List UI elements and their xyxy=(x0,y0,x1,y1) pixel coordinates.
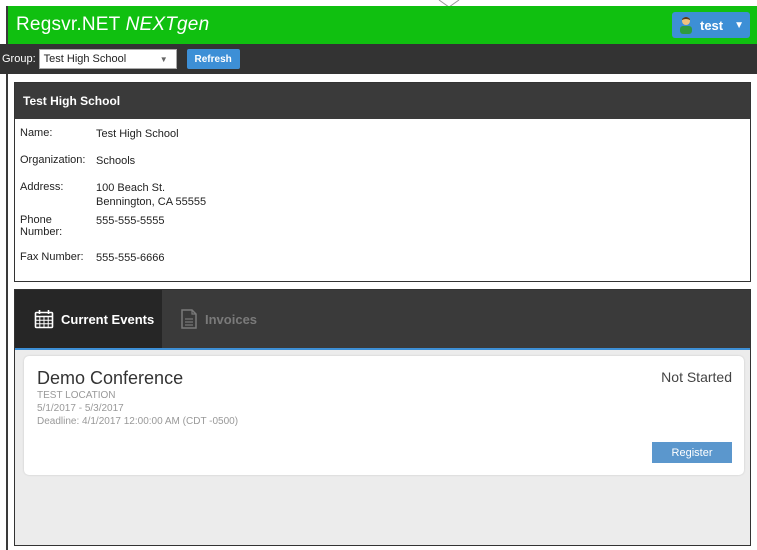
tab-label: Current Events xyxy=(61,311,155,327)
organization-title: Test High School xyxy=(15,83,750,119)
organization-details: Name: Test High School Organization: Sch… xyxy=(15,127,750,265)
tab-underline xyxy=(15,348,750,350)
events-panel: Current Events Invoices Demo Conference … xyxy=(14,289,751,546)
tab-label: Invoices xyxy=(205,311,258,327)
field-address: Address: 100 Beach St. Bennington, CA 55… xyxy=(20,181,750,209)
event-location: TEST LOCATION xyxy=(37,390,116,401)
event-name: Demo Conference xyxy=(37,368,184,388)
group-toolbar: Group: Test High School ▼ Refresh xyxy=(0,44,757,74)
field-name: Name: Test High School xyxy=(20,127,750,141)
address-line-2: Bennington, CA 55555 xyxy=(96,196,207,208)
field-value: 555-555-6666 xyxy=(96,252,165,264)
field-fax: Fax Number: 555-555-6666 xyxy=(20,251,750,265)
event-card: Demo Conference Not Started TEST LOCATIO… xyxy=(24,356,744,475)
register-button[interactable]: Register xyxy=(652,442,732,463)
tab-current-events[interactable]: Current Events xyxy=(15,290,162,348)
field-label: Name: xyxy=(20,127,53,139)
field-label: Phone Number: xyxy=(20,214,63,238)
field-value: 100 Beach St. Bennington, CA 55555 xyxy=(96,181,206,209)
brand-title: Regsvr.NET NEXTgen xyxy=(16,14,209,36)
field-phone: Phone Number: 555-555-5555 xyxy=(20,214,750,238)
chevron-down-icon: ▼ xyxy=(734,19,744,31)
field-value: Schools xyxy=(96,155,136,167)
organization-panel: Test High School Name: Test High School … xyxy=(14,82,751,282)
username: test xyxy=(700,17,724,33)
user-avatar-icon xyxy=(680,17,692,34)
event-status: Not Started xyxy=(661,369,732,385)
field-label: Organization: xyxy=(20,154,86,166)
brand-main: Regsvr.NET xyxy=(16,14,121,35)
group-select-value: Test High School xyxy=(43,53,127,65)
address-line-1: 100 Beach St. xyxy=(96,182,166,194)
document-icon xyxy=(181,309,197,329)
field-value: Test High School xyxy=(96,128,179,140)
group-label: Group: xyxy=(2,53,36,65)
field-label: Address: xyxy=(20,181,64,193)
field-label: Fax Number: xyxy=(20,251,84,263)
refresh-button[interactable]: Refresh xyxy=(186,49,240,69)
calendar-icon xyxy=(34,310,54,329)
field-organization: Organization: Schools xyxy=(20,154,750,168)
field-value: 555-555-5555 xyxy=(96,215,165,227)
select-arrow-icon: ▼ xyxy=(159,55,168,64)
event-dates: 5/1/2017 - 5/3/2017 xyxy=(37,403,124,414)
brand-accent: NEXTgen xyxy=(125,14,210,35)
left-border xyxy=(6,6,8,550)
tab-invoices[interactable]: Invoices xyxy=(162,290,257,348)
tab-bar: Current Events Invoices xyxy=(15,290,750,348)
user-menu-button[interactable]: test ▼ xyxy=(672,12,750,38)
group-select[interactable]: Test High School ▼ xyxy=(38,49,177,69)
event-deadline: Deadline: 4/1/2017 12:00:00 AM (CDT -050… xyxy=(37,416,239,427)
app-header: Regsvr.NET NEXTgen test ▼ xyxy=(8,6,757,44)
